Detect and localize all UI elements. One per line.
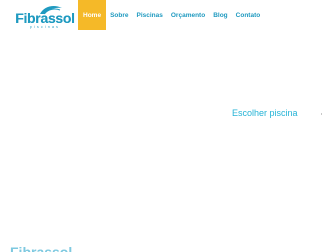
site-header: Fibrassol piscinas Home Sobre Piscinas O… <box>0 0 336 30</box>
logo-text: Fibrassol <box>15 10 75 26</box>
nav-contato[interactable]: Contato <box>232 0 265 30</box>
nav-sobre[interactable]: Sobre <box>106 0 132 30</box>
logo[interactable]: Fibrassol piscinas <box>14 4 76 30</box>
nav-orcamento[interactable]: Orçamento <box>167 0 209 30</box>
choose-pool-link[interactable]: Escolher piscina <box>232 108 298 118</box>
footer-logo-partial: Fibrassol <box>10 240 72 252</box>
main-nav: Home Sobre Piscinas Orçamento Blog Conta… <box>78 0 264 30</box>
footer-logo-text: Fibrassol <box>10 244 72 252</box>
nav-home[interactable]: Home <box>78 0 107 30</box>
nav-blog[interactable]: Blog <box>209 0 231 30</box>
logo-subtitle: piscinas <box>29 25 61 29</box>
slider-dot[interactable] <box>321 113 322 115</box>
nav-piscinas[interactable]: Piscinas <box>132 0 166 30</box>
